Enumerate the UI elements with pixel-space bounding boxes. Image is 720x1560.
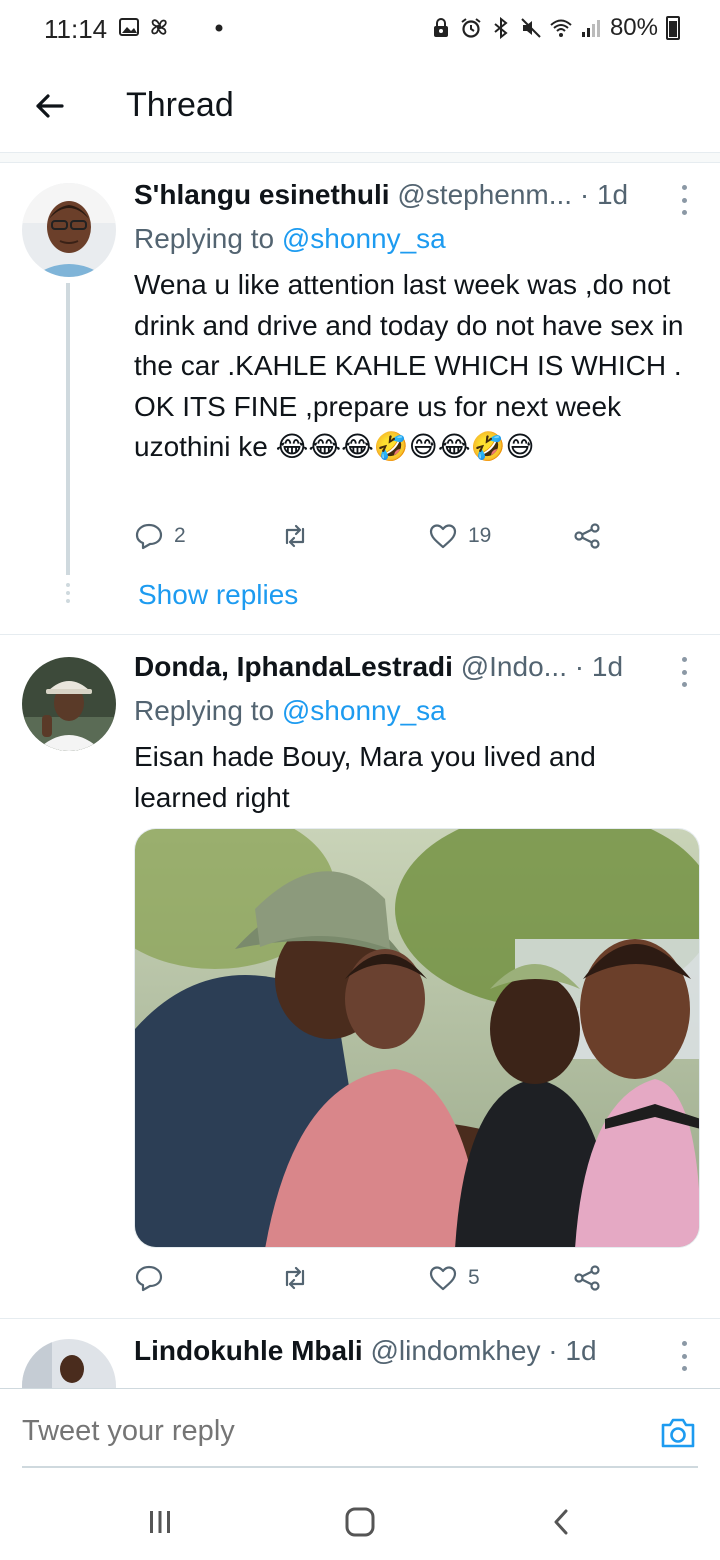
wifi-icon bbox=[550, 19, 572, 37]
header: Thread bbox=[0, 62, 720, 152]
reply-underline bbox=[22, 1466, 698, 1468]
share-icon bbox=[574, 1265, 600, 1291]
system-nav-bar bbox=[0, 1480, 720, 1560]
bluetooth-icon bbox=[494, 17, 508, 39]
more-options-icon[interactable] bbox=[676, 1341, 692, 1371]
share-icon bbox=[574, 523, 600, 549]
tweet-time: 1d bbox=[565, 1335, 597, 1366]
tweet-header: Lindokuhle Mbali @lindomkhey · 1d bbox=[134, 1335, 690, 1375]
lock-icon bbox=[433, 18, 448, 37]
tweet[interactable]: S'hlangu esinethuli @stephenm... · 1d Re… bbox=[0, 163, 720, 635]
replying-to-mention[interactable]: @shonny_sa bbox=[282, 223, 446, 254]
tweet-header: S'hlangu esinethuli @stephenm... · 1d bbox=[134, 179, 690, 219]
author-handle[interactable]: @stephenm... bbox=[397, 179, 572, 210]
mute-icon bbox=[521, 18, 541, 38]
tweet[interactable]: Donda, IphandaLestradi @Indo... · 1d Rep… bbox=[0, 635, 720, 1318]
tweet-header: Donda, IphandaLestradi @Indo... · 1d bbox=[134, 651, 690, 691]
separator-dot: · bbox=[566, 651, 592, 682]
status-left-icons bbox=[118, 16, 230, 38]
share-button[interactable] bbox=[572, 521, 602, 551]
tweet-text: Wena u like attention last week was ,do … bbox=[134, 269, 684, 462]
heart-icon bbox=[429, 1266, 457, 1291]
more-options-icon[interactable] bbox=[676, 185, 692, 215]
like-button[interactable]: 19 bbox=[428, 521, 491, 551]
tweet-photo[interactable] bbox=[134, 828, 700, 1248]
reply-input[interactable] bbox=[22, 1415, 622, 1448]
separator-dot: · bbox=[540, 1335, 566, 1366]
heart-icon bbox=[429, 524, 457, 549]
alarm-icon bbox=[461, 18, 481, 38]
more-options-icon[interactable] bbox=[676, 657, 692, 687]
battery-icon bbox=[666, 16, 680, 40]
status-bar: 11:14 80% bbox=[0, 0, 720, 58]
status-right-icons: 80% bbox=[430, 14, 680, 42]
home-button[interactable] bbox=[340, 1502, 380, 1542]
avatar[interactable] bbox=[22, 657, 116, 751]
retweet-button[interactable] bbox=[280, 521, 320, 551]
separator-band bbox=[0, 153, 720, 162]
share-button[interactable] bbox=[572, 1263, 602, 1293]
signal-icon bbox=[581, 20, 600, 37]
tweet-actions: 2 19 bbox=[134, 521, 614, 561]
author-handle[interactable]: @Indo... bbox=[461, 651, 567, 682]
tweet-actions: 5 bbox=[134, 1263, 614, 1303]
back-arrow-icon[interactable] bbox=[28, 84, 72, 128]
tweet-time: 1d bbox=[596, 179, 629, 210]
tweet-time: 1d bbox=[591, 651, 624, 682]
author-handle[interactable]: @lindomkhey bbox=[370, 1335, 540, 1366]
like-count: 5 bbox=[468, 1266, 480, 1289]
thread-ellipsis bbox=[66, 583, 70, 603]
replying-to-label: Replying to bbox=[134, 695, 282, 726]
separator-dot: · bbox=[572, 179, 597, 210]
show-replies-link[interactable]: Show replies bbox=[138, 579, 298, 611]
replying-to: Replying to @shonny_sa bbox=[134, 223, 446, 255]
camera-icon[interactable] bbox=[658, 1413, 698, 1453]
retweet-icon bbox=[285, 1266, 305, 1290]
back-nav-icon bbox=[554, 1509, 568, 1535]
replying-to-mention[interactable]: @shonny_sa bbox=[282, 695, 446, 726]
home-icon bbox=[345, 1507, 375, 1537]
author-name[interactable]: Lindokuhle Mbali bbox=[134, 1335, 363, 1366]
battery-percent: 80% bbox=[609, 14, 658, 41]
back-nav-button[interactable] bbox=[542, 1502, 582, 1542]
reply-icon bbox=[135, 1265, 163, 1292]
reply-icon bbox=[135, 523, 163, 550]
reply-count: 2 bbox=[174, 524, 186, 547]
author-name[interactable]: Donda, IphandaLestradi bbox=[134, 651, 453, 682]
dot-icon bbox=[215, 24, 223, 32]
like-button[interactable]: 5 bbox=[428, 1263, 480, 1293]
replying-to-label: Replying to bbox=[134, 223, 282, 254]
tweet-text: Eisan hade Bouy, Mara you lived and lear… bbox=[134, 741, 604, 813]
recent-apps-button[interactable] bbox=[140, 1502, 180, 1542]
thread-connector-line bbox=[66, 283, 70, 575]
author-name[interactable]: S'hlangu esinethuli bbox=[134, 179, 390, 210]
avatar[interactable] bbox=[22, 183, 116, 277]
status-time: 11:14 bbox=[44, 14, 108, 44]
retweet-button[interactable] bbox=[280, 1263, 320, 1293]
tweet[interactable]: Lindokuhle Mbali @lindomkhey · 1d bbox=[0, 1319, 720, 1388]
reply-button[interactable] bbox=[134, 1263, 174, 1293]
retweet-icon bbox=[285, 524, 305, 548]
like-count: 19 bbox=[468, 524, 492, 547]
replying-to: Replying to @shonny_sa bbox=[134, 695, 446, 727]
gallery-icon bbox=[119, 18, 139, 36]
page-title: Thread bbox=[126, 86, 234, 124]
fan-icon bbox=[151, 19, 167, 35]
recent-apps-icon bbox=[150, 1511, 170, 1533]
moon-icon bbox=[186, 18, 195, 36]
avatar[interactable] bbox=[22, 1339, 116, 1388]
reply-composer bbox=[0, 1388, 720, 1470]
reply-button[interactable]: 2 bbox=[134, 521, 186, 551]
